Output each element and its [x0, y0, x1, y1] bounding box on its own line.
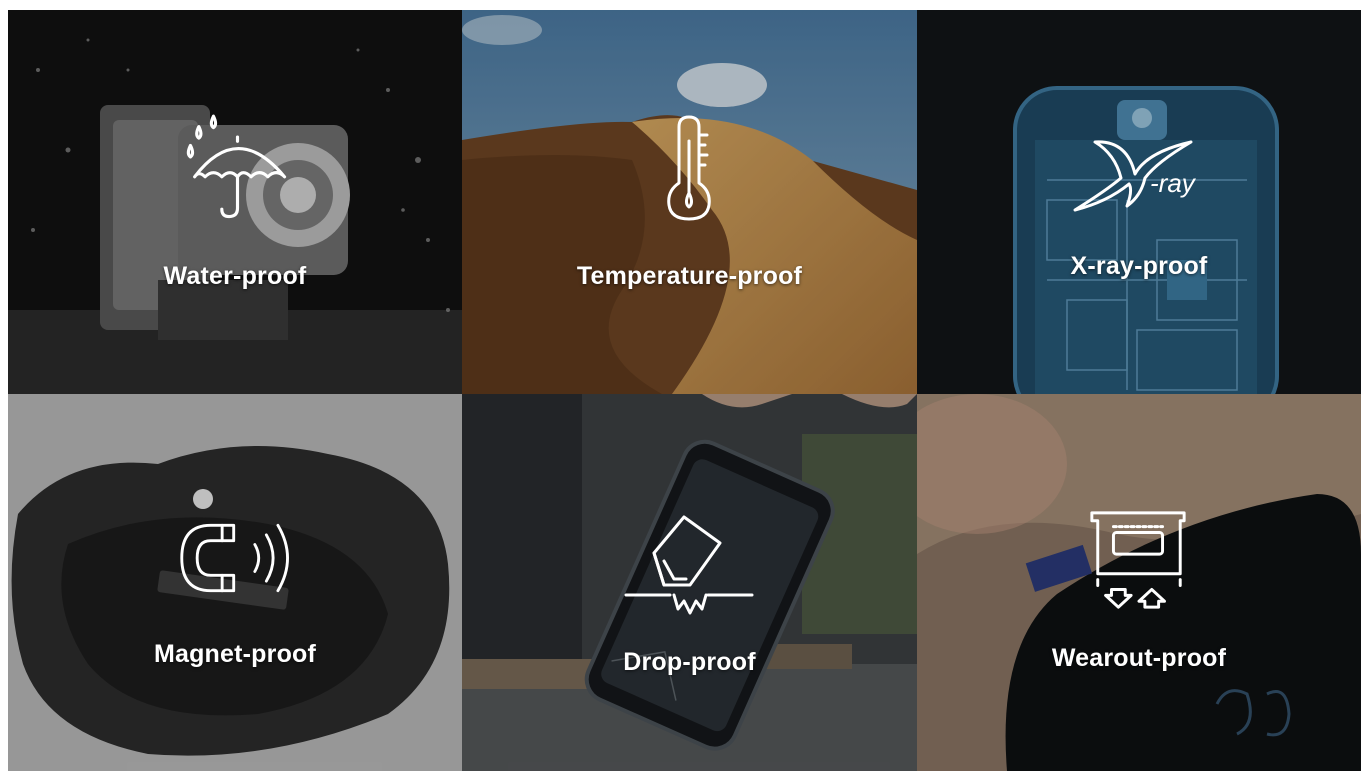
- water-proof-label: Water-proof: [163, 262, 307, 290]
- tile-magnet-proof: Magnet-proof: [8, 394, 462, 771]
- umbrella-rain-icon: [186, 114, 287, 219]
- tile-drop-proof: Drop-proof: [462, 394, 917, 771]
- x-ray-proof-label: X-ray-proof: [1070, 252, 1208, 280]
- wearout-proof-label: Wearout-proof: [1051, 644, 1227, 672]
- tile-x-ray-proof: -ray X-ray-proof: [917, 10, 1361, 394]
- drop-card-icon: [624, 515, 754, 615]
- card-tray-icon: [1090, 511, 1186, 609]
- x-ray-logo-text: -ray: [1150, 168, 1195, 198]
- magnet-proof-label: Magnet-proof: [153, 640, 317, 668]
- tile-temperature-proof: Temperature-proof: [462, 10, 917, 394]
- thermometer-icon: [667, 115, 711, 221]
- temperature-proof-label: Temperature-proof: [576, 262, 803, 290]
- proof-feature-grid: Water-proof Temperature-proof -ray X-ray…: [8, 10, 1361, 771]
- tile-water-proof: Water-proof: [8, 10, 462, 394]
- magnet-icon: [180, 523, 289, 593]
- drop-proof-label: Drop-proof: [623, 648, 756, 676]
- tile-wearout-proof: Wearout-proof: [917, 394, 1361, 771]
